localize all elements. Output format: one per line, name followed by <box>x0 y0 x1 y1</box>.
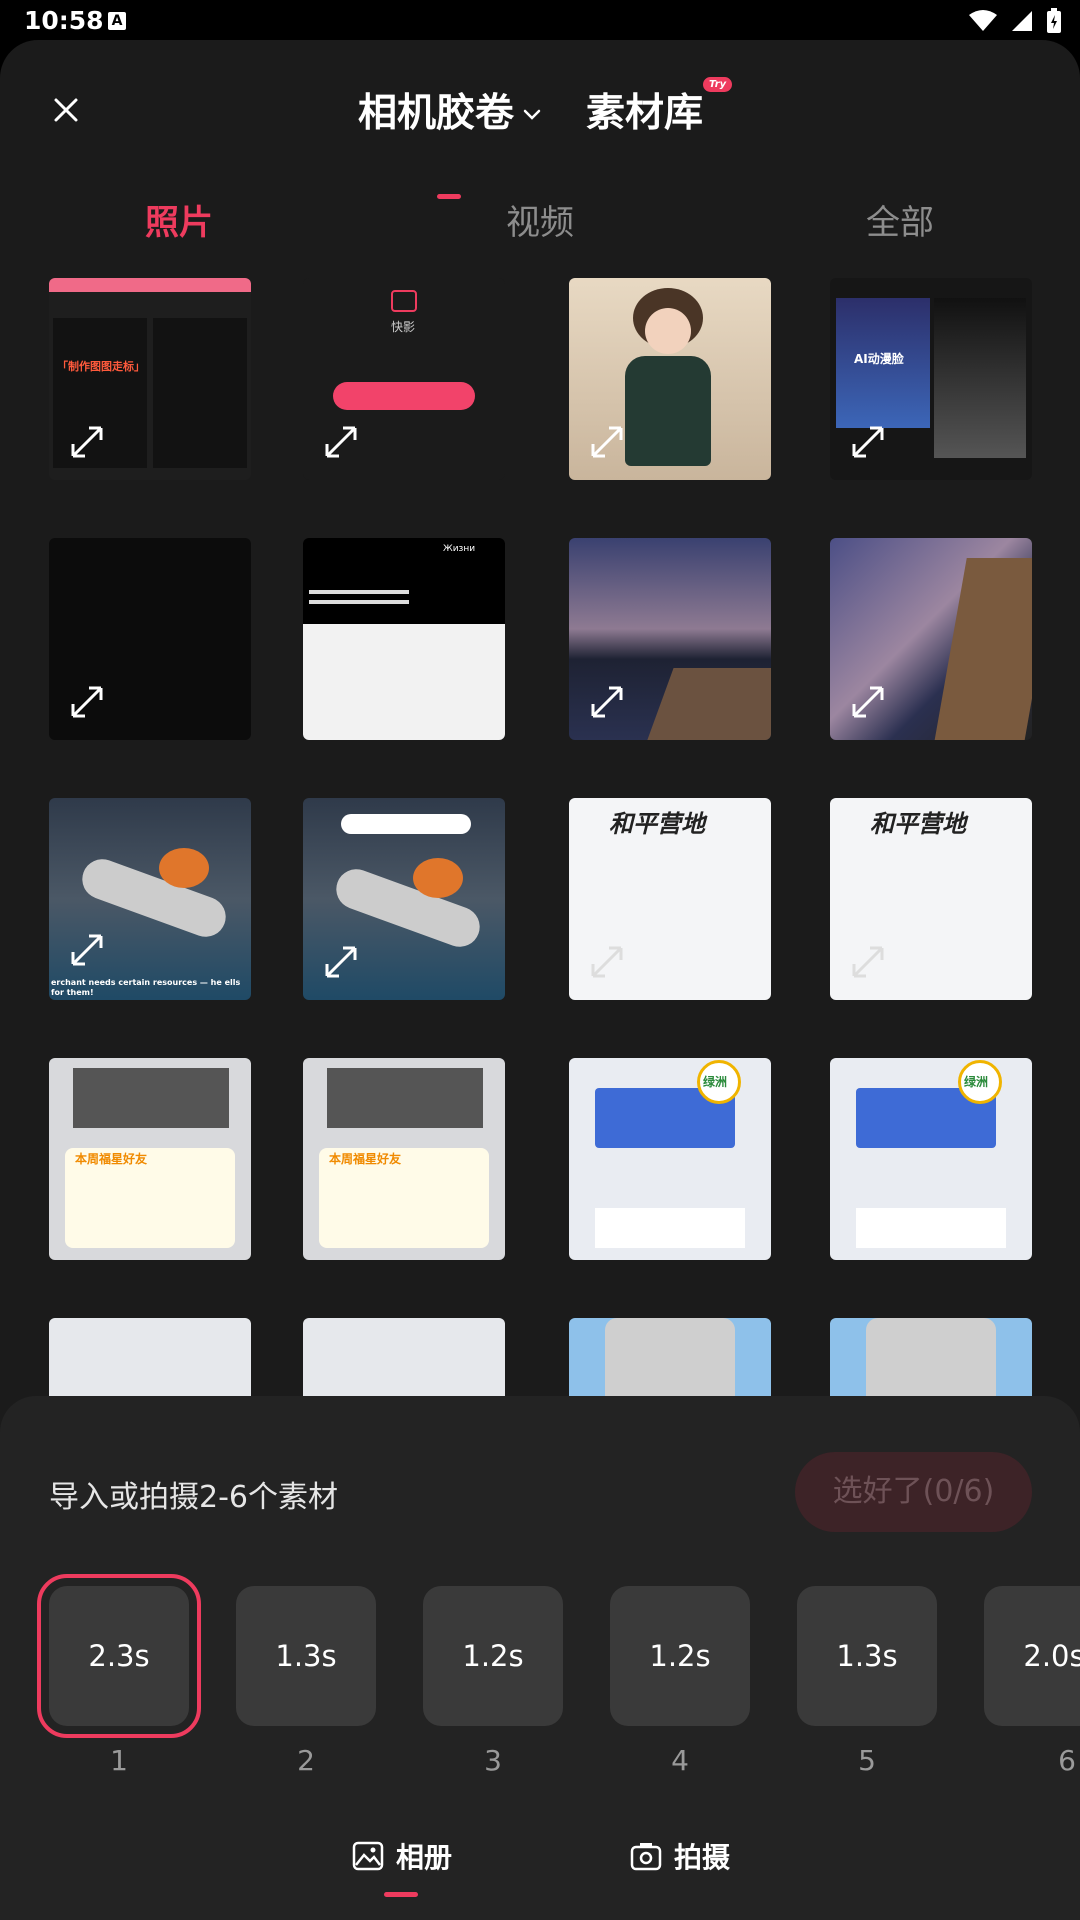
tab-all[interactable]: 全部 <box>800 195 1000 244</box>
clip-slots: 2.3s 1 1.3s 2 1.2s 3 1.2s 4 1.3s 5 2.0s … <box>0 1574 1080 1806</box>
slot-duration: 2.0s <box>984 1586 1080 1726</box>
slot-index: 5 <box>858 1744 876 1777</box>
wifi-icon <box>969 10 997 31</box>
thumb-plane-storm-1[interactable]: erchant needs certain resources — he ell… <box>49 798 251 1000</box>
status-time: 10:58 <box>24 6 104 35</box>
media-grid: 「制作图图走标」 快影 AI动漫脸 Жизни erchant needs ce… <box>49 278 1033 1438</box>
clip-slot-4[interactable]: 1.2s 4 <box>610 1586 750 1777</box>
slot-index: 6 <box>1058 1744 1076 1777</box>
signal-icon <box>1012 11 1032 31</box>
status-bar: 10:58 A <box>0 0 1080 42</box>
clip-slot-2[interactable]: 1.3s 2 <box>236 1586 376 1777</box>
thumb-russian-menu[interactable]: Жизни <box>303 538 505 740</box>
thumb-caption: 和平营地 <box>870 810 966 838</box>
camera-icon <box>630 1843 662 1871</box>
slot-duration: 1.2s <box>423 1586 563 1726</box>
expand-icon[interactable] <box>848 682 888 722</box>
expand-icon[interactable] <box>848 422 888 462</box>
import-hint: 导入或拍摄2-6个素材 <box>49 1480 338 1515</box>
status-icons <box>968 8 1062 34</box>
chevron-down-icon[interactable] <box>520 102 544 126</box>
thumb-plane-storm-2[interactable] <box>303 798 505 1000</box>
clip-slot-3[interactable]: 1.2s 3 <box>423 1586 563 1777</box>
expand-icon[interactable] <box>587 942 627 982</box>
expand-icon[interactable] <box>67 682 107 722</box>
done-button[interactable]: 选好了(0/6) <box>795 1452 1032 1532</box>
thumb-oasis-2[interactable]: 绿洲 <box>830 1058 1032 1260</box>
expand-icon[interactable] <box>67 422 107 462</box>
expand-icon[interactable] <box>321 422 361 462</box>
title-row: 相机胶卷 素材库 Try <box>0 77 1080 199</box>
expand-icon[interactable] <box>67 930 107 970</box>
slot-index: 1 <box>110 1744 128 1777</box>
image-icon <box>352 1841 384 1871</box>
thumb-caption: 和平营地 <box>609 810 705 838</box>
album-selector[interactable]: 相机胶卷 <box>358 82 514 138</box>
bottom-tabs: 相册 拍摄 <box>0 1836 1080 1897</box>
thumb-caption: 快影 <box>391 320 416 334</box>
slot-index: 2 <box>297 1744 315 1777</box>
thumb-caption: AI动漫脸 <box>854 352 904 366</box>
slot-duration: 1.2s <box>610 1586 750 1726</box>
thumb-app-screen-1[interactable]: 「制作图图走标」 <box>49 278 251 480</box>
thumb-girl-photo[interactable] <box>569 278 771 480</box>
thumb-contacts-1[interactable]: 本周福星好友 <box>49 1058 251 1260</box>
thumb-app-screen-2[interactable]: 快影 <box>303 278 505 480</box>
thumb-caption: 本周福星好友 <box>75 1152 148 1166</box>
expand-icon[interactable] <box>587 682 627 722</box>
thumb-camps-of-peace-2[interactable]: 和平营地 <box>830 798 1032 1000</box>
tab-photos[interactable]: 照片 <box>79 195 279 244</box>
thumb-anime-screen[interactable]: AI动漫脸 <box>830 278 1032 480</box>
thumb-caption: 本周福星好友 <box>329 1152 402 1166</box>
expand-icon[interactable] <box>321 942 361 982</box>
notification-icon: A <box>108 12 126 30</box>
thumb-contacts-2[interactable]: 本周福星好友 <box>303 1058 505 1260</box>
thumb-ocean-2[interactable] <box>830 538 1032 740</box>
thumb-dark-screen[interactable] <box>49 538 251 740</box>
expand-icon[interactable] <box>587 422 627 462</box>
battery-icon <box>1047 8 1061 33</box>
clip-slot-5[interactable]: 1.3s 5 <box>797 1586 937 1777</box>
thumb-ocean-1[interactable] <box>569 538 771 740</box>
slot-duration: 1.3s <box>797 1586 937 1726</box>
thumb-caption: 绿洲 <box>703 1075 728 1089</box>
tab-capture-label: 拍摄 <box>674 1841 731 1874</box>
clip-slot-6[interactable]: 2.0s 6 <box>984 1586 1080 1777</box>
slot-duration: 1.3s <box>236 1586 376 1726</box>
slot-index: 4 <box>671 1744 689 1777</box>
tab-album[interactable]: 相册 <box>352 1836 452 1876</box>
bottom-tab-underline <box>384 1892 418 1897</box>
thumb-camps-of-peace-1[interactable]: 和平营地 <box>569 798 771 1000</box>
expand-icon[interactable] <box>848 942 888 982</box>
thumb-oasis-1[interactable]: 绿洲 <box>569 1058 771 1260</box>
tab-album-label: 相册 <box>396 1841 453 1874</box>
thumb-caption: Жизни <box>443 544 476 554</box>
tab-capture[interactable]: 拍摄 <box>630 1836 730 1876</box>
media-type-tabs: 照片 视频 全部 <box>0 195 1080 255</box>
tab-videos[interactable]: 视频 <box>440 195 640 244</box>
selection-panel: 导入或拍摄2-6个素材 选好了(0/6) 2.3s 1 1.3s 2 1.2s … <box>0 1396 1080 1920</box>
thumb-caption: erchant needs certain resources — he ell… <box>51 978 241 997</box>
slot-duration: 2.3s <box>37 1574 201 1738</box>
slot-index: 3 <box>484 1744 502 1777</box>
material-library-tab[interactable]: 素材库 <box>586 82 703 138</box>
try-badge: Try <box>703 77 733 92</box>
thumb-caption: 绿洲 <box>964 1075 989 1089</box>
clip-slot-1[interactable]: 2.3s 1 <box>37 1574 201 1777</box>
thumb-caption: 「制作图图走标」 <box>57 360 145 373</box>
